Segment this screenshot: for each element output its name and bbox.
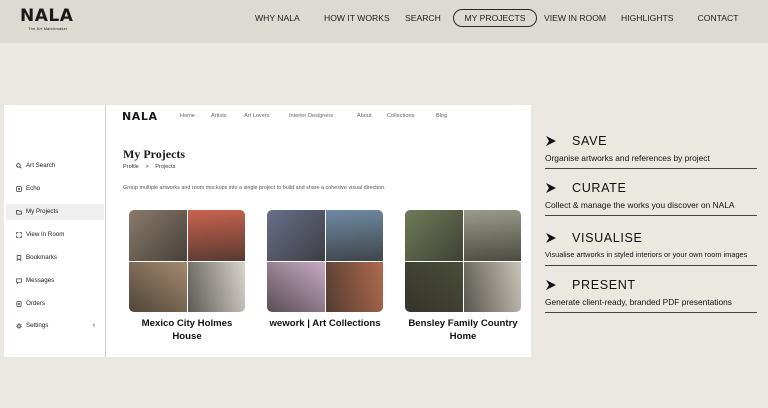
nav-search[interactable]: SEARCH xyxy=(405,9,441,27)
feature-divider xyxy=(545,265,757,266)
app-nav-home[interactable]: Home xyxy=(180,113,195,119)
sidebar-item-messages[interactable]: Messages xyxy=(6,273,104,289)
project-card-mexico-city[interactable]: Mexico City Holmes House xyxy=(129,210,245,343)
project-name[interactable]: Bensley Family Country Home xyxy=(405,318,521,343)
arrow-right-icon xyxy=(546,136,556,146)
sidebar-item-label: Echo xyxy=(26,185,41,192)
expand-icon xyxy=(16,232,22,238)
top-bar: NALA The Art Matchmaker WHY NALA HOW IT … xyxy=(0,0,768,43)
breadcrumb-projects: Projects xyxy=(155,164,176,170)
gear-icon xyxy=(16,323,22,329)
feature-present: PRESENT Generate client-ready, branded P… xyxy=(545,279,757,313)
artwork-thumbnail xyxy=(405,210,463,261)
orders-icon xyxy=(16,301,22,307)
message-icon xyxy=(16,278,22,284)
sidebar-item-view-in-room[interactable]: View In Room xyxy=(6,227,104,243)
project-thumbnail[interactable] xyxy=(129,210,245,312)
nav-why-nala[interactable]: WHY NALA xyxy=(255,9,300,27)
sidebar-item-label: My Projects xyxy=(26,208,59,215)
feature-title: SAVE xyxy=(572,134,608,148)
sidebar-item-settings[interactable]: Settings › xyxy=(6,318,104,334)
artwork-thumbnail xyxy=(325,210,383,261)
arrow-right-icon xyxy=(546,183,556,193)
echo-icon xyxy=(16,186,22,192)
arrow-right-icon xyxy=(546,280,556,290)
sidebar-item-label: Art Search xyxy=(26,162,56,169)
breadcrumb-profile[interactable]: Profile xyxy=(123,164,139,170)
feature-text: Generate client-ready, branded PDF prese… xyxy=(545,297,732,307)
sidebar-item-label: Bookmarks xyxy=(26,254,57,261)
app-nav-interior-designers[interactable]: Interior Designers xyxy=(289,113,333,119)
artwork-thumbnail xyxy=(267,261,325,312)
app-sidebar: Art Search Echo My Projects View In Room… xyxy=(4,105,106,357)
artwork-thumbnail xyxy=(187,210,245,261)
app-nav-about[interactable]: About xyxy=(357,113,372,119)
feature-title: CURATE xyxy=(572,181,627,195)
sidebar-item-echo[interactable]: Echo xyxy=(6,181,104,197)
artwork-thumbnail xyxy=(463,210,521,261)
project-name[interactable]: wework | Art Collections xyxy=(267,318,383,331)
page-title: My Projects xyxy=(123,147,186,161)
feature-title: VISUALISE xyxy=(572,231,643,245)
feature-divider xyxy=(545,215,757,216)
feature-text: Visualise artworks in styled interiors o… xyxy=(545,250,748,259)
feature-text: Collect & manage the works you discover … xyxy=(545,200,735,210)
artwork-thumbnail xyxy=(325,261,383,312)
feature-curate: CURATE Collect & manage the works you di… xyxy=(545,182,757,216)
sidebar-item-art-search[interactable]: Art Search xyxy=(6,158,104,174)
artwork-thumbnail xyxy=(129,261,187,312)
nav-how-it-works[interactable]: HOW IT WORKS xyxy=(324,9,390,27)
sidebar-item-orders[interactable]: Orders xyxy=(6,296,104,312)
folder-icon xyxy=(16,210,22,215)
app-nav-art-lovers[interactable]: Art Lovers xyxy=(244,113,270,119)
nav-view-in-room[interactable]: VIEW IN ROOM xyxy=(544,9,606,27)
breadcrumb: Profile > Projects xyxy=(123,164,180,170)
sidebar-item-my-projects[interactable]: My Projects xyxy=(6,204,104,220)
brand-tagline: The Art Matchmaker xyxy=(28,26,68,31)
feature-visualise: VISUALISE Visualise artworks in styled i… xyxy=(545,232,757,266)
brand-name: NALA xyxy=(20,6,74,26)
sidebar-item-bookmarks[interactable]: Bookmarks xyxy=(6,250,104,266)
artwork-thumbnail xyxy=(267,210,325,261)
project-thumbnail[interactable] xyxy=(267,210,383,312)
bookmark-icon xyxy=(16,255,22,261)
sidebar-item-label: Settings xyxy=(26,322,49,329)
feature-save: SAVE Organise artworks and references by… xyxy=(545,135,757,169)
feature-text: Organise artworks and references by proj… xyxy=(545,153,710,163)
project-thumbnail[interactable] xyxy=(405,210,521,312)
app-header: NALA Home Artists Art Lovers Interior De… xyxy=(107,105,531,130)
sidebar-item-label: View In Room xyxy=(26,231,65,238)
artwork-thumbnail xyxy=(129,210,187,261)
feature-divider xyxy=(545,312,757,313)
nav-my-projects[interactable]: MY PROJECTS xyxy=(453,9,537,27)
breadcrumb-separator: > xyxy=(145,164,149,170)
sidebar-item-label: Orders xyxy=(26,300,45,307)
search-icon xyxy=(16,163,22,169)
arrow-right-icon xyxy=(546,233,556,243)
feature-divider xyxy=(545,168,757,169)
sidebar-item-label: Messages xyxy=(26,277,55,284)
nav-highlights[interactable]: HIGHLIGHTS xyxy=(621,9,674,27)
project-name[interactable]: Mexico City Holmes House xyxy=(129,318,245,343)
app-nav-collections[interactable]: Collections xyxy=(387,113,414,119)
nav-contact[interactable]: CONTACT xyxy=(697,9,739,27)
artwork-thumbnail xyxy=(187,261,245,312)
app-nav-blog[interactable]: Blog xyxy=(436,113,447,119)
project-card-bensley[interactable]: Bensley Family Country Home xyxy=(405,210,521,343)
project-card-wework[interactable]: wework | Art Collections xyxy=(267,210,383,331)
artwork-thumbnail xyxy=(463,261,521,312)
app-nav-artists[interactable]: Artists xyxy=(211,113,227,119)
brand-logo[interactable]: NALA The Art Matchmaker xyxy=(20,6,74,32)
chevron-right-icon: › xyxy=(92,322,95,329)
app-logo[interactable]: NALA xyxy=(122,110,158,123)
app-preview: Art Search Echo My Projects View In Room… xyxy=(4,105,531,357)
feature-title: PRESENT xyxy=(572,278,636,292)
projects-description: Group multiple artworks and room mockups… xyxy=(123,185,386,191)
artwork-thumbnail xyxy=(405,261,463,312)
